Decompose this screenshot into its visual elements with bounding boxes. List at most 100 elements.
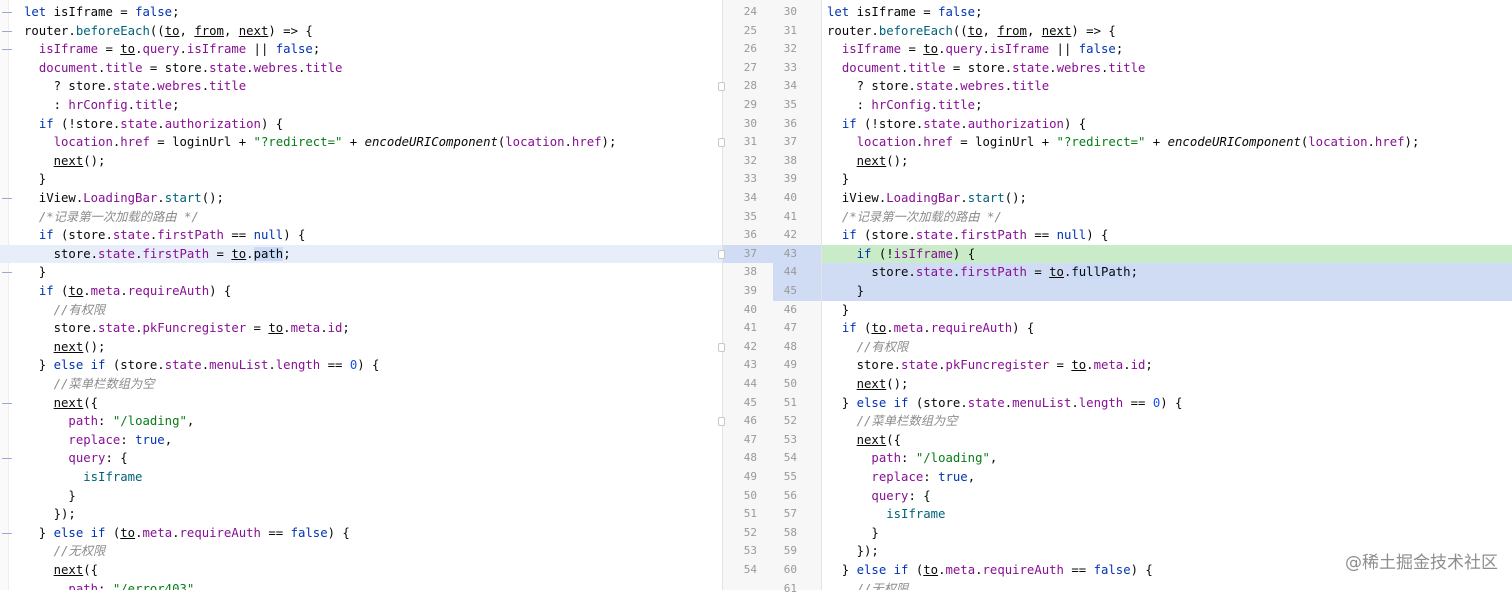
left-code-line[interactable]: } — [0, 170, 722, 189]
left-code-line[interactable]: ? store.state.webres.title — [0, 77, 722, 96]
right-code-line[interactable]: store.state.pkFuncregister = to.meta.id; — [822, 356, 1512, 375]
code-token: else if — [856, 563, 909, 577]
code-text: location.href = loginUrl + "?redirect=" … — [24, 133, 617, 152]
code-text: store.state.pkFuncregister = to.meta.id; — [827, 356, 1153, 375]
right-code-line[interactable]: } — [822, 524, 1512, 543]
right-code-line[interactable]: //菜单栏数组为空 — [822, 412, 1512, 431]
code-token: . — [179, 42, 187, 57]
left-code-line[interactable]: next(); — [0, 152, 722, 171]
right-code-line[interactable]: isIframe = to.query.isIframe || false; — [822, 40, 1512, 59]
code-text: next(); — [827, 375, 909, 394]
right-code-line[interactable]: isIframe — [822, 505, 1512, 524]
right-code-line[interactable]: iView.LoadingBar.start(); — [822, 189, 1512, 208]
right-code-line[interactable]: location.href = loginUrl + "?redirect=" … — [822, 133, 1512, 152]
gutter-line-number-right: 51 — [783, 395, 797, 409]
right-code-line[interactable]: //有权限 — [822, 338, 1512, 357]
left-code-line[interactable]: : hrConfig.title; — [0, 96, 722, 115]
code-token: ) { — [209, 284, 232, 298]
right-code-line[interactable]: ? store.state.webres.title — [822, 77, 1512, 96]
left-code-line[interactable]: location.href = loginUrl + "?redirect=" … — [0, 133, 722, 152]
left-code-line[interactable]: } — [0, 263, 722, 282]
code-token: : — [98, 414, 113, 429]
code-text: //菜单栏数组为空 — [24, 375, 155, 394]
right-code-line[interactable]: router.beforeEach((to, from, next) => { — [822, 22, 1512, 41]
fold-marker-icon[interactable] — [718, 342, 725, 352]
left-code-line[interactable]: path: "/error403", — [0, 580, 722, 590]
code-token: encodeURIComponent — [1167, 135, 1301, 150]
fold-marker-icon[interactable] — [718, 249, 725, 259]
code-token: state — [98, 246, 136, 261]
right-code-line[interactable]: if (!store.state.authorization) { — [822, 115, 1512, 134]
gutter-line-number-left: 36 — [743, 228, 757, 242]
right-code-line[interactable]: replace: true, — [822, 468, 1512, 487]
code-token: , — [967, 470, 976, 484]
left-code-line[interactable]: if (to.meta.requireAuth) { — [0, 282, 722, 301]
left-code-line[interactable]: document.title = store.state.webres.titl… — [0, 59, 722, 78]
fold-marker-icon[interactable] — [718, 417, 725, 427]
right-code-line[interactable]: //无权限 — [822, 580, 1512, 590]
left-code-line[interactable]: query: { — [0, 449, 722, 468]
left-editor-pane[interactable]: let isIframe = false; router.beforeEach((… — [0, 0, 722, 590]
code-token: to — [923, 563, 939, 577]
right-code-line[interactable]: query: { — [822, 487, 1512, 506]
code-token: false — [135, 5, 173, 19]
left-code-line[interactable]: isIframe — [0, 468, 722, 487]
left-code-line[interactable]: }); — [0, 505, 722, 524]
right-code-line[interactable]: if (!isIframe) { — [822, 244, 1512, 264]
left-code-line[interactable]: } else if (to.meta.requireAuth == false)… — [0, 524, 722, 543]
left-code-line[interactable]: router.beforeEach((to, from, next) => { — [0, 22, 722, 41]
right-code-line[interactable]: } else if (store.state.menuList.length =… — [822, 394, 1512, 413]
right-code-line[interactable]: path: "/loading", — [822, 449, 1512, 468]
gutter-line-number-right: 37 — [783, 135, 797, 149]
right-code-line[interactable]: /*记录第一次加载的路由 */ — [822, 208, 1512, 227]
left-code-line[interactable]: } else if (store.state.menuList.length =… — [0, 356, 722, 375]
code-token: ; — [1115, 42, 1124, 57]
left-code-line[interactable]: next(); — [0, 338, 722, 357]
left-code-line[interactable]: //菜单栏数组为空 — [0, 375, 722, 394]
fold-marker-icon[interactable] — [718, 82, 725, 92]
right-code-line[interactable]: document.title = store.state.webres.titl… — [822, 59, 1512, 78]
code-token: from — [997, 23, 1027, 38]
left-code-line[interactable]: //无权限 — [0, 542, 722, 561]
code-token: : { — [908, 488, 931, 503]
right-code-line[interactable]: } — [822, 170, 1512, 189]
code-token: state — [915, 228, 953, 243]
right-code-line[interactable]: if (store.state.firstPath == null) { — [822, 226, 1512, 245]
right-code-line[interactable]: next(); — [822, 375, 1512, 394]
left-code-line[interactable]: if (store.state.firstPath == null) { — [0, 226, 722, 245]
right-code-line[interactable]: if (to.meta.requireAuth) { — [822, 319, 1512, 338]
code-text: ? store.state.webres.title — [24, 77, 247, 96]
left-code-line[interactable]: next({ — [0, 394, 722, 413]
left-code-line[interactable]: let isIframe = false; — [0, 3, 722, 22]
left-code-line[interactable]: next({ — [0, 561, 722, 580]
left-code-line[interactable]: //有权限 — [0, 301, 722, 320]
right-code-line[interactable]: : hrConfig.title; — [822, 96, 1512, 115]
left-code-line[interactable]: /*记录第一次加载的路由 */ — [0, 208, 722, 227]
right-code-line[interactable]: next(); — [822, 152, 1512, 171]
left-code-line[interactable]: isIframe = to.query.isIframe || false; — [0, 40, 722, 59]
left-code-line[interactable]: replace: true, — [0, 431, 722, 450]
code-token: authorization — [164, 116, 261, 131]
left-code-line[interactable]: store.state.firstPath = to.path; — [0, 244, 722, 264]
left-code-line[interactable]: store.state.pkFuncregister = to.meta.id; — [0, 319, 722, 338]
code-token: . — [320, 321, 328, 336]
code-text: } — [827, 301, 849, 320]
right-code-line[interactable]: next({ — [822, 431, 1512, 450]
right-code-line[interactable]: let isIframe = false; — [822, 3, 1512, 22]
fold-marker-icon[interactable] — [718, 138, 725, 148]
right-editor-pane[interactable]: let isIframe = false; router.beforeEach((… — [822, 0, 1512, 590]
left-code-line[interactable]: iView.LoadingBar.start(); — [0, 189, 722, 208]
code-token: ) { — [327, 525, 350, 540]
left-code-line[interactable]: path: "/loading", — [0, 412, 722, 431]
right-code-line[interactable]: store.state.firstPath = to.fullPath; — [822, 263, 1512, 282]
left-code-line[interactable]: if (!store.state.authorization) { — [0, 115, 722, 134]
code-text: } else if (store.state.menuList.length =… — [24, 356, 380, 375]
right-code-line[interactable]: } — [822, 301, 1512, 320]
right-code-line[interactable]: } — [822, 282, 1512, 301]
code-token: to — [923, 42, 939, 57]
left-code-line[interactable]: } — [0, 487, 722, 506]
code-token: menuList — [1012, 395, 1072, 410]
